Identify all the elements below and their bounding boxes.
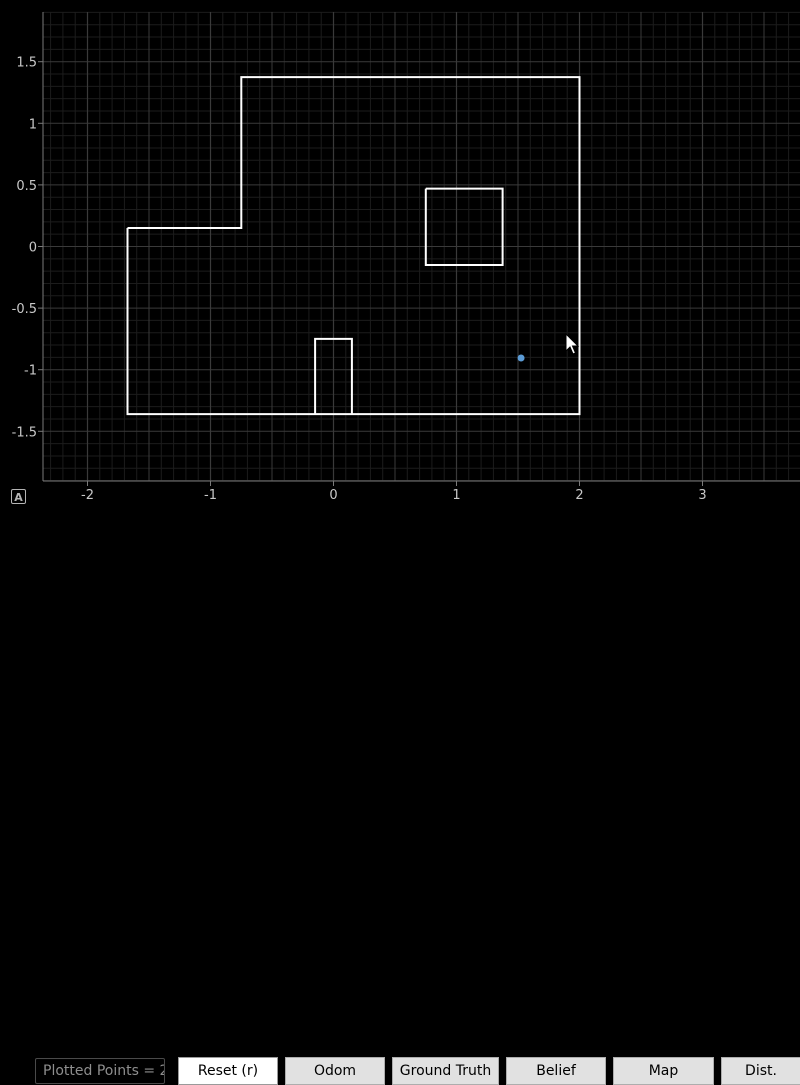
x-tick-label: 0	[329, 488, 337, 503]
odom-button[interactable]: Odom	[285, 1057, 385, 1085]
plot-area[interactable]: -2 -1 0 1 2 3 1.5 1 0.5 0 -0.5 -1 -1.5 A	[0, 0, 800, 520]
major-grid	[43, 12, 800, 481]
map-wall	[424, 187, 504, 266]
control-bar: Plotted Points = 2 Reset (r) Odom Ground…	[0, 520, 800, 1085]
map-walls	[126, 76, 581, 416]
y-tick-label: -1.5	[12, 425, 37, 440]
y-tick-label: 0.5	[16, 179, 37, 194]
map-wall	[126, 76, 581, 416]
x-tick-label: 3	[698, 488, 706, 503]
x-tick-label: 1	[452, 488, 460, 503]
belief-button[interactable]: Belief	[506, 1057, 606, 1085]
y-tick-label: 1	[29, 117, 37, 132]
x-tick-label: -1	[204, 488, 217, 503]
y-tick-label: 1.5	[16, 56, 37, 71]
plotted-point	[517, 354, 525, 362]
reset-button[interactable]: Reset (r)	[178, 1057, 278, 1085]
y-tick-label: -1	[24, 364, 37, 379]
autoscale-button[interactable]: A	[11, 489, 26, 504]
plotted-points-counter: Plotted Points = 2	[35, 1058, 165, 1084]
plotted-points	[517, 354, 525, 362]
dist-button[interactable]: Dist.	[721, 1057, 800, 1085]
ground-truth-button[interactable]: Ground Truth	[392, 1057, 499, 1085]
mouse-cursor-icon	[565, 332, 580, 355]
y-tick-label: 0	[29, 241, 37, 256]
map-button[interactable]: Map	[613, 1057, 714, 1085]
plot-canvas[interactable]: -2 -1 0 1 2 3 1.5 1 0.5 0 -0.5 -1 -1.5	[0, 0, 800, 520]
x-tick-label: 2	[575, 488, 583, 503]
x-tick-label: -2	[81, 488, 94, 503]
y-tick-label: -0.5	[12, 302, 37, 317]
axes: -2 -1 0 1 2 3 1.5 1 0.5 0 -0.5 -1 -1.5	[12, 12, 800, 503]
